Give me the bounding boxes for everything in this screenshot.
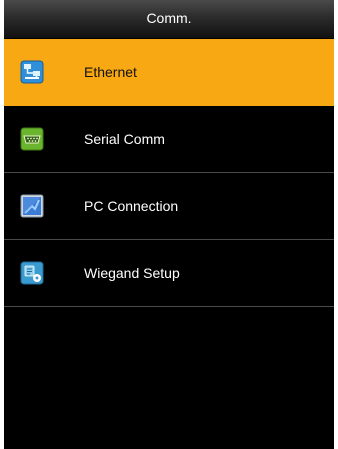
menu-item-label: Wiegand Setup bbox=[84, 265, 180, 281]
menu-item-pc-connection[interactable]: PC Connection bbox=[4, 173, 334, 240]
comm-menu: Ethernet Serial Comm PC Connection Wiega… bbox=[4, 39, 334, 307]
menu-item-serial-comm[interactable]: Serial Comm bbox=[4, 106, 334, 173]
wiegand-icon bbox=[20, 261, 44, 285]
title-bar: Comm. bbox=[4, 0, 334, 39]
serial-port-icon bbox=[20, 127, 44, 151]
ethernet-icon bbox=[20, 60, 44, 84]
menu-item-label: Ethernet bbox=[84, 64, 137, 80]
menu-item-ethernet[interactable]: Ethernet bbox=[4, 39, 334, 106]
pc-connection-icon bbox=[20, 194, 44, 218]
menu-item-wiegand-setup[interactable]: Wiegand Setup bbox=[4, 240, 334, 307]
menu-item-label: Serial Comm bbox=[84, 131, 165, 147]
menu-item-label: PC Connection bbox=[84, 198, 179, 214]
device-screen: Comm. Ethernet Serial Comm PC Connection… bbox=[4, 0, 334, 449]
page-title: Comm. bbox=[146, 10, 192, 26]
